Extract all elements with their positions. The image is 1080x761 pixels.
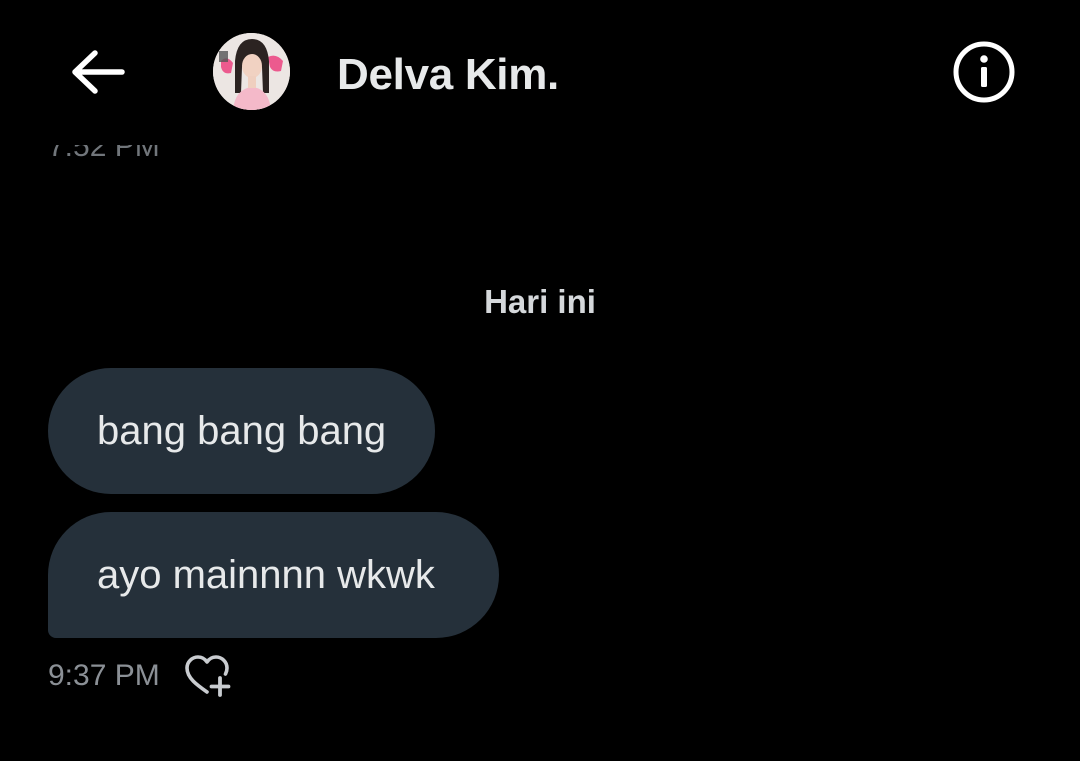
arrow-left-icon [72,50,125,94]
message-meta: 9:37 PM [48,652,234,700]
previous-timestamp: 7:52 PM [48,145,160,163]
conversation-info-button[interactable] [948,36,1020,108]
day-separator: Hari ini [484,283,596,320]
previous-message-meta: 7:52 PM [0,145,1080,171]
message-bubble[interactable]: ayo mainnnn wkwk [48,512,499,638]
info-circle-icon [953,41,1015,103]
conversation-header: Delva Kim. [0,0,1080,145]
heart-plus-icon [184,655,231,697]
add-reaction-button[interactable] [182,652,234,700]
dm-conversation-screen: Delva Kim. 7:52 PM Hari ini bang bang ba… [0,0,1080,761]
contact-name[interactable]: Delva Kim. [337,50,559,100]
profile-photo [213,33,290,110]
avatar[interactable] [213,33,290,110]
message-text: bang bang bang [97,408,387,453]
message-timestamp: 9:37 PM [48,659,160,692]
message-text: ayo mainnnn wkwk [97,552,435,597]
back-button[interactable] [62,40,132,104]
message-bubble[interactable]: bang bang bang [48,368,435,494]
